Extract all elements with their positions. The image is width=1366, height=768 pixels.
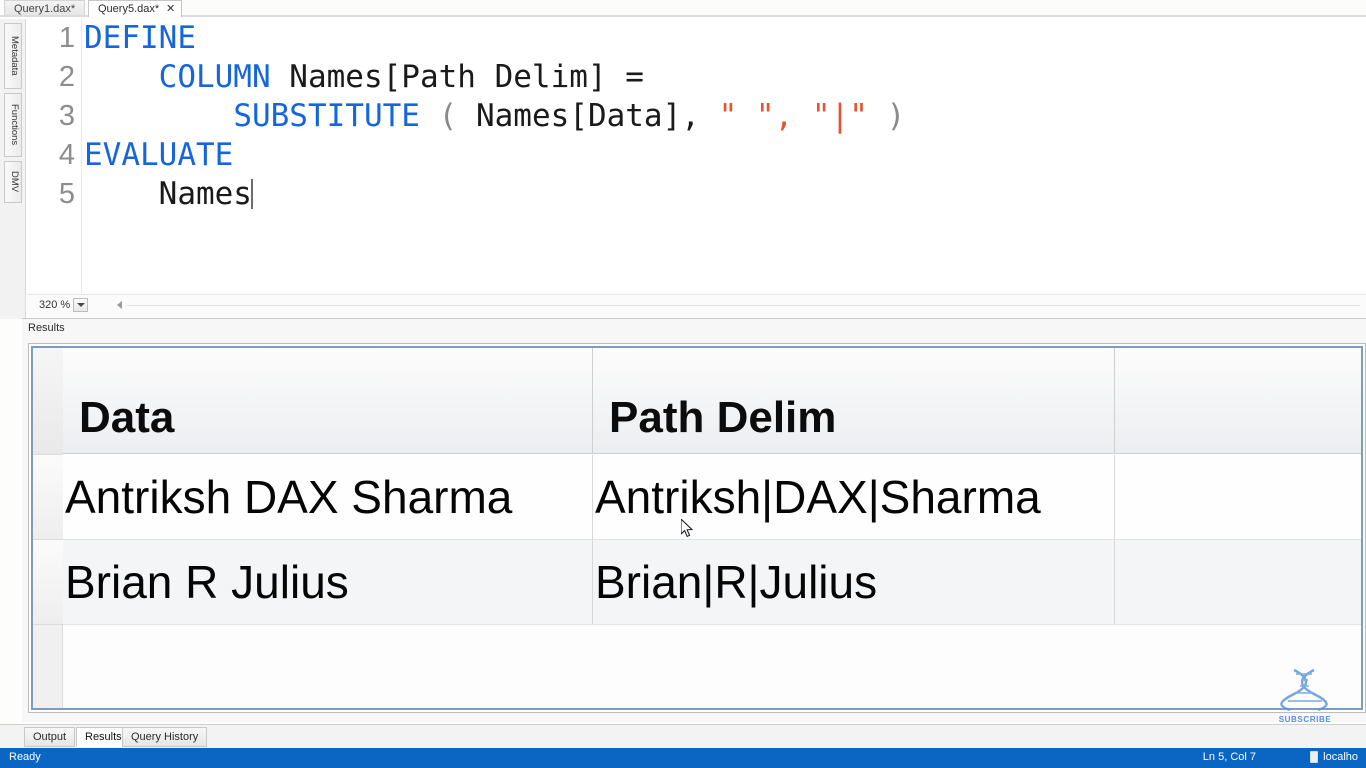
code-token: " ",: [699, 98, 794, 134]
code-token: Names: [158, 176, 252, 212]
results-table: Data Path Delim Antriksh DAX Sharma Antr…: [63, 348, 1361, 708]
code-token: (: [438, 98, 458, 134]
code-lines: 1 DEFINE 2 COLUMN Names[Path Delim] = 3 SUB…: [27, 19, 1366, 214]
dax-studio-window: Query1.dax* Query5.dax* ✕ Metadata Funct…: [0, 0, 1366, 768]
tab-label: Query History: [131, 731, 199, 743]
document-tab-query1[interactable]: Query1.dax*: [4, 0, 86, 17]
table-row[interactable]: Brian R Julius Brian|R|Julius: [63, 540, 1361, 625]
zoom-level-label: 320 %: [39, 299, 71, 311]
code-line-text: SUBSTITUTE ( Names[Data], " ", "|" ): [84, 97, 905, 136]
results-pane: Results Data Path Delim Antriksh DAX Sha…: [22, 318, 1366, 722]
code-token: SUBSTITUTE: [233, 98, 420, 134]
sidebar-item-label: DMV: [9, 171, 20, 193]
results-grid-container: Data Path Delim Antriksh DAX Sharma Antr…: [28, 343, 1366, 713]
tab-label: Results: [85, 731, 122, 743]
cell-data[interactable]: Antriksh DAX Sharma: [63, 455, 593, 540]
code-line[interactable]: 1 DEFINE: [27, 19, 1366, 58]
table-header-row: Data Path Delim: [63, 348, 1361, 454]
line-number: 5: [58, 178, 75, 210]
code-token: Names[Path Delim] =: [270, 59, 644, 95]
server-indicator[interactable]: localho: [1310, 751, 1358, 763]
tab-query-history[interactable]: Query History: [122, 727, 208, 747]
tab-output[interactable]: Output: [24, 727, 76, 747]
cell-path-delim[interactable]: Antriksh|DAX|Sharma: [593, 455, 1115, 540]
sidebar-item-metadata[interactable]: Metadata: [4, 23, 22, 89]
code-editor[interactable]: 1 DEFINE 2 COLUMN Names[Path Delim] = 3 SUB…: [27, 19, 1366, 293]
code-line-text: EVALUATE: [84, 136, 233, 175]
tab-label: Output: [33, 731, 67, 743]
cell-path-delim[interactable]: Brian|R|Julius: [593, 540, 1115, 625]
status-bar: Ready Ln 5, Col 7 localho: [0, 748, 1366, 768]
sidebar-item-dmv[interactable]: DMV: [4, 161, 22, 203]
cell-empty[interactable]: [1115, 455, 1361, 540]
zoom-control[interactable]: 320 %: [39, 298, 89, 312]
horizontal-scrollbar[interactable]: [127, 305, 1360, 306]
code-token: COLUMN: [158, 59, 271, 95]
line-number: 1: [58, 22, 75, 54]
status-text: Ready: [9, 751, 41, 763]
close-icon[interactable]: ✕: [166, 2, 175, 17]
database-icon: [1310, 751, 1319, 763]
code-token: DEFINE: [84, 20, 196, 56]
code-token: "|": [793, 98, 868, 134]
results-grid[interactable]: Data Path Delim Antriksh DAX Sharma Antr…: [31, 346, 1363, 710]
server-name: localho: [1323, 751, 1358, 763]
document-tab-bar: Query1.dax* Query5.dax* ✕: [0, 0, 1366, 17]
editor-footer: 320 %: [27, 294, 1366, 316]
text-caret: [250, 179, 253, 209]
code-line[interactable]: 4 EVALUATE: [27, 136, 1366, 175]
line-column-indicator: Ln 5, Col 7: [1202, 751, 1256, 763]
sidebar-item-label: Functions: [9, 104, 20, 146]
code-line-text: DEFINE: [84, 19, 196, 58]
line-number: 2: [58, 61, 75, 93]
column-header-data[interactable]: Data: [63, 348, 593, 454]
cell-data[interactable]: Brian R Julius: [63, 540, 593, 625]
cell-empty[interactable]: [1115, 540, 1361, 625]
bottom-tab-strip: Output Results Query History: [0, 724, 1366, 748]
code-token: ): [867, 98, 906, 134]
chevron-down-icon[interactable]: [73, 298, 89, 312]
code-line-text: COLUMN Names[Path Delim] =: [84, 58, 644, 97]
left-tool-tabs: Metadata Functions DMV: [0, 19, 26, 319]
column-header-empty[interactable]: [1115, 348, 1361, 454]
row-header-cell[interactable]: [33, 455, 63, 540]
results-pane-caption: Results: [28, 322, 65, 334]
document-tab-label: Query5.dax*: [98, 3, 160, 15]
column-header-path-delim[interactable]: Path Delim: [593, 348, 1115, 454]
line-number: 3: [58, 100, 75, 132]
row-header-corner[interactable]: [33, 348, 63, 455]
line-number: 4: [58, 139, 75, 171]
row-header-cell[interactable]: [33, 540, 63, 625]
subscribe-watermark[interactable]: SUBSCRIBE: [1272, 668, 1338, 726]
sidebar-item-functions[interactable]: Functions: [4, 93, 22, 157]
sidebar-item-label: Metadata: [9, 36, 20, 76]
subscribe-label: SUBSCRIBE: [1278, 715, 1332, 724]
code-line[interactable]: 5 Names: [27, 175, 1366, 214]
code-line[interactable]: 2 COLUMN Names[Path Delim] =: [27, 58, 1366, 97]
scroll-left-arrow-icon[interactable]: [117, 301, 122, 309]
table-row[interactable]: Antriksh DAX Sharma Antriksh|DAX|Sharma: [63, 455, 1361, 540]
dna-helix-icon: [1280, 668, 1328, 712]
code-token: Names[Data],: [457, 98, 700, 134]
code-line-text: Names: [84, 175, 253, 214]
code-line[interactable]: 3 SUBSTITUTE ( Names[Data], " ", "|" ): [27, 97, 1366, 136]
document-tab-query5[interactable]: Query5.dax* ✕: [88, 0, 183, 17]
row-header-column: [33, 348, 63, 708]
code-token: EVALUATE: [84, 137, 234, 173]
document-tab-label: Query1.dax*: [14, 3, 76, 15]
